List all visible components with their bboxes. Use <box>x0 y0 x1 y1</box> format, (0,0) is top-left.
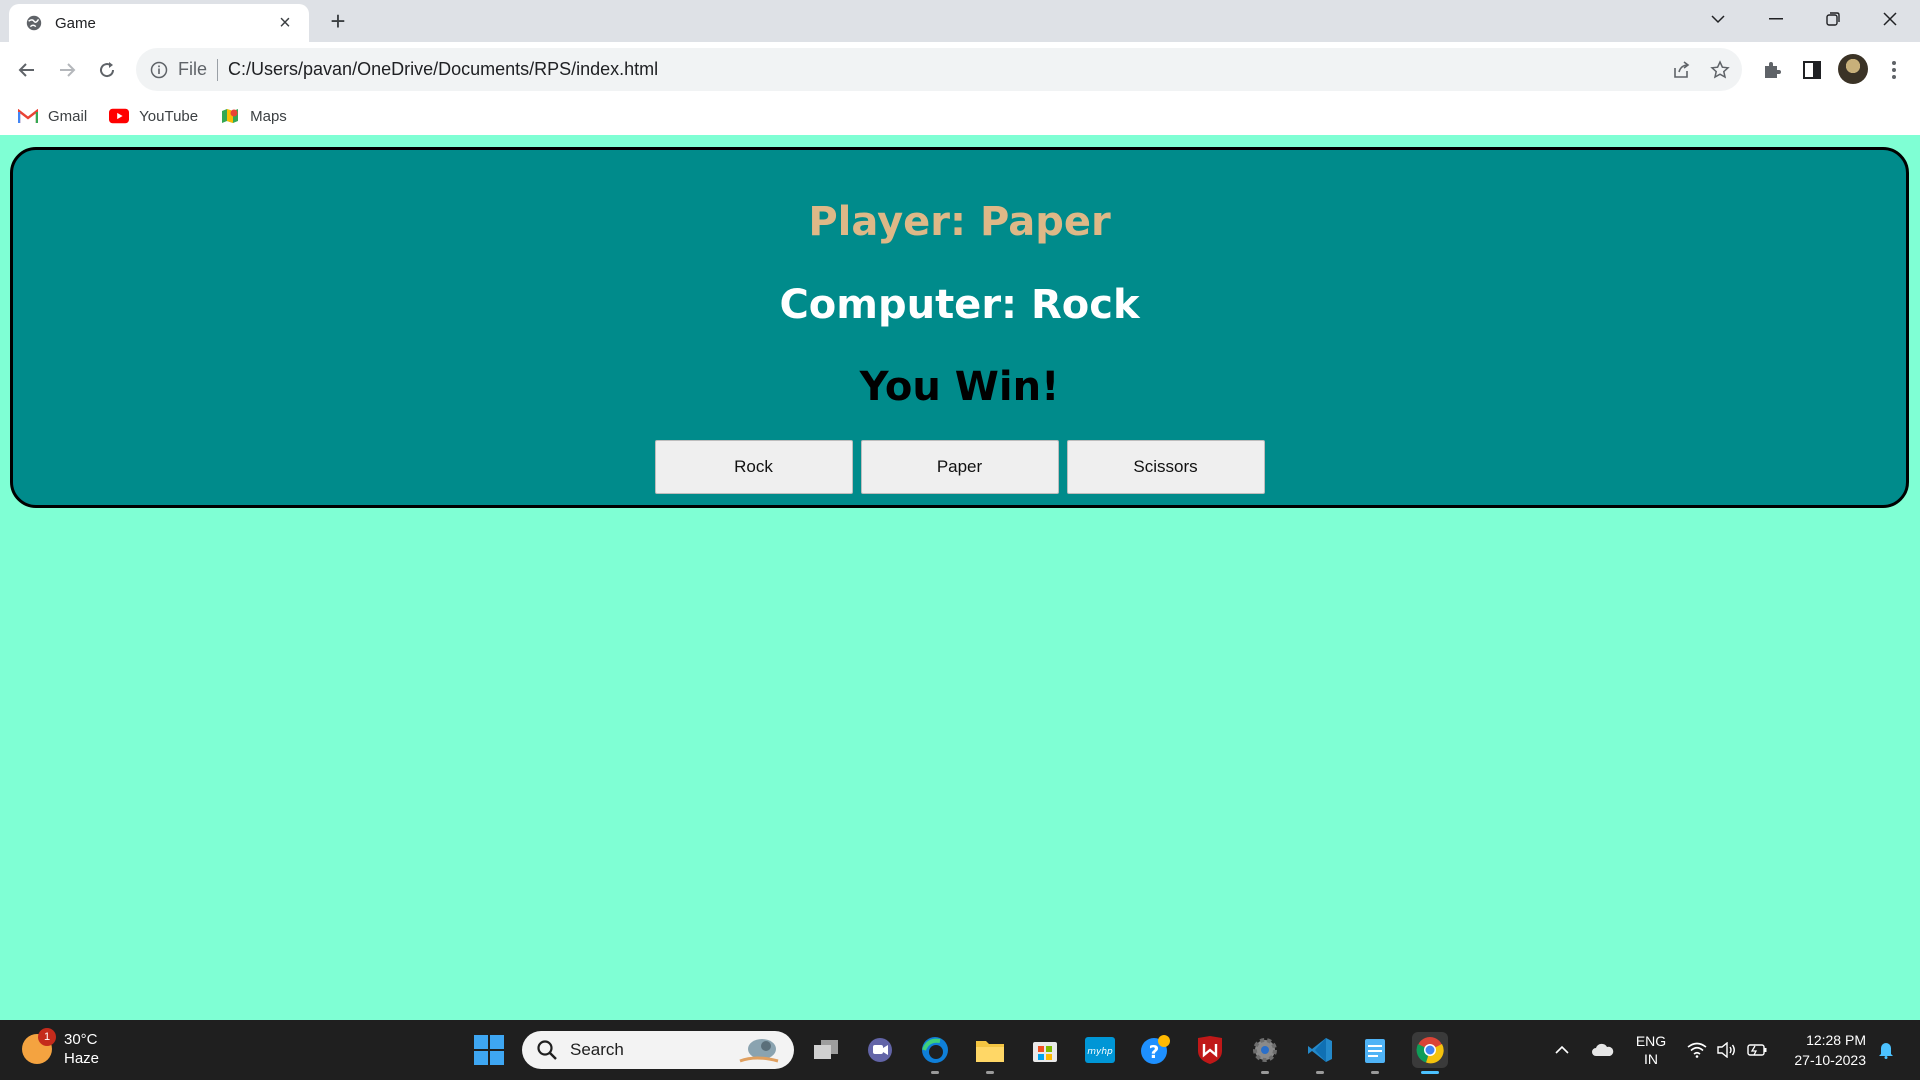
bookmark-label: Gmail <box>48 107 88 125</box>
paper-button[interactable]: Paper <box>860 440 1059 494</box>
show-hidden-icons[interactable] <box>1550 1020 1574 1080</box>
choice-buttons: Rock Paper Scissors <box>13 440 1906 494</box>
close-window-button[interactable] <box>1862 0 1918 38</box>
share-icon[interactable] <box>1672 60 1692 80</box>
notification-badge: 1 <box>38 1028 56 1046</box>
teams-chat-icon[interactable] <box>862 1032 898 1068</box>
bookmark-label: YouTube <box>139 107 199 125</box>
bookmark-youtube[interactable]: YouTube <box>109 108 198 125</box>
weather-description: Haze <box>64 1050 100 1067</box>
bookmark-star-icon[interactable] <box>1710 59 1730 80</box>
browser-toolbar: File C:/Users/pavan/OneDrive/Documents/R… <box>0 42 1920 97</box>
player-choice-text: Player: Paper <box>808 199 1111 245</box>
address-bar[interactable]: File C:/Users/pavan/OneDrive/Documents/R… <box>136 48 1742 91</box>
clock-date: 27-10-2023 <box>1794 1052 1866 1068</box>
notepad-icon[interactable] <box>1357 1032 1393 1074</box>
vscode-icon[interactable] <box>1302 1032 1338 1074</box>
gmail-icon <box>18 108 38 124</box>
scissors-button[interactable]: Scissors <box>1066 440 1265 494</box>
volume-icon[interactable] <box>1715 1020 1737 1080</box>
youtube-icon <box>109 108 130 124</box>
computer-choice-text: Computer: Rock <box>779 282 1140 328</box>
chrome-icon[interactable] <box>1412 1032 1448 1074</box>
tab-title: Game <box>55 14 96 32</box>
game-panel: Player: Paper Computer: Rock You Win! Ro… <box>10 147 1909 508</box>
notification-bell-icon[interactable] <box>1874 1020 1898 1080</box>
system-clock[interactable]: 12:28 PM 27-10-2023 <box>1782 1030 1866 1070</box>
svg-text:myhp: myhp <box>1087 1047 1113 1057</box>
restore-button[interactable] <box>1805 0 1861 38</box>
settings-gear-icon[interactable] <box>1247 1032 1283 1074</box>
start-windows-icon[interactable] <box>474 1035 504 1065</box>
myhp-icon[interactable]: myhp <box>1082 1032 1118 1068</box>
minimize-button[interactable] <box>1748 0 1804 38</box>
language-indicator[interactable]: ENG IN <box>1630 1020 1672 1080</box>
omnibox-divider <box>217 58 219 81</box>
weather-widget[interactable]: 1 30°C Haze <box>22 1028 100 1068</box>
search-icon <box>537 1040 557 1060</box>
result-text: You Win! <box>859 364 1060 410</box>
weather-sun-icon: 1 <box>22 1028 56 1064</box>
url-text[interactable]: C:/Users/pavan/OneDrive/Documents/RPS/in… <box>228 59 658 80</box>
bookmarks-bar: Gmail YouTube Maps <box>0 97 1920 135</box>
onedrive-cloud-icon[interactable] <box>1588 1020 1618 1080</box>
search-placeholder: Search <box>570 1040 624 1059</box>
maps-icon <box>220 108 240 124</box>
mcafee-icon[interactable] <box>1192 1032 1228 1068</box>
wifi-icon[interactable] <box>1686 1020 1708 1080</box>
tab-close-icon[interactable]: × <box>273 11 297 35</box>
url-scheme-label: File <box>178 59 208 79</box>
taskbar: 1 30°C Haze Search myhp ? ENG IN 12:28 P… <box>0 1020 1920 1080</box>
language-region: IN <box>1644 1051 1658 1067</box>
bookmark-label: Maps <box>250 107 287 125</box>
help-icon[interactable]: ? <box>1137 1032 1173 1068</box>
rock-button[interactable]: Rock <box>654 440 853 494</box>
page-viewport: Player: Paper Computer: Rock You Win! Ro… <box>0 135 1920 1020</box>
battery-icon[interactable] <box>1746 1020 1768 1080</box>
new-tab-button[interactable]: + <box>324 8 352 36</box>
profile-avatar[interactable] <box>1838 54 1868 84</box>
task-view-icon[interactable] <box>808 1032 844 1068</box>
back-arrow-icon[interactable] <box>11 54 43 86</box>
globe-icon <box>26 15 42 31</box>
side-panel-icon[interactable] <box>1796 54 1828 86</box>
microsoft-store-icon[interactable] <box>1027 1032 1063 1068</box>
extensions-icon[interactable] <box>1756 54 1788 86</box>
forward-arrow-icon[interactable] <box>51 54 83 86</box>
file-explorer-icon[interactable] <box>972 1032 1008 1074</box>
clock-time: 12:28 PM <box>1806 1032 1866 1048</box>
tab-search-icon[interactable] <box>1690 0 1746 38</box>
svg-text:?: ? <box>1149 1042 1159 1063</box>
more-menu-icon[interactable] <box>1878 54 1910 86</box>
tab-strip: Game × + <box>0 0 1920 42</box>
bookmark-maps[interactable]: Maps <box>220 108 287 125</box>
search-highlight-icon <box>739 1039 779 1063</box>
weather-temperature: 30°C <box>64 1031 98 1048</box>
bookmark-gmail[interactable]: Gmail <box>18 108 87 125</box>
reload-icon[interactable] <box>91 54 123 86</box>
language-code: ENG <box>1635 1033 1667 1049</box>
site-info-icon[interactable] <box>150 61 168 79</box>
edge-icon[interactable] <box>917 1032 953 1074</box>
browser-tab[interactable]: Game × <box>9 4 309 42</box>
taskbar-search-box[interactable]: Search <box>522 1031 794 1069</box>
